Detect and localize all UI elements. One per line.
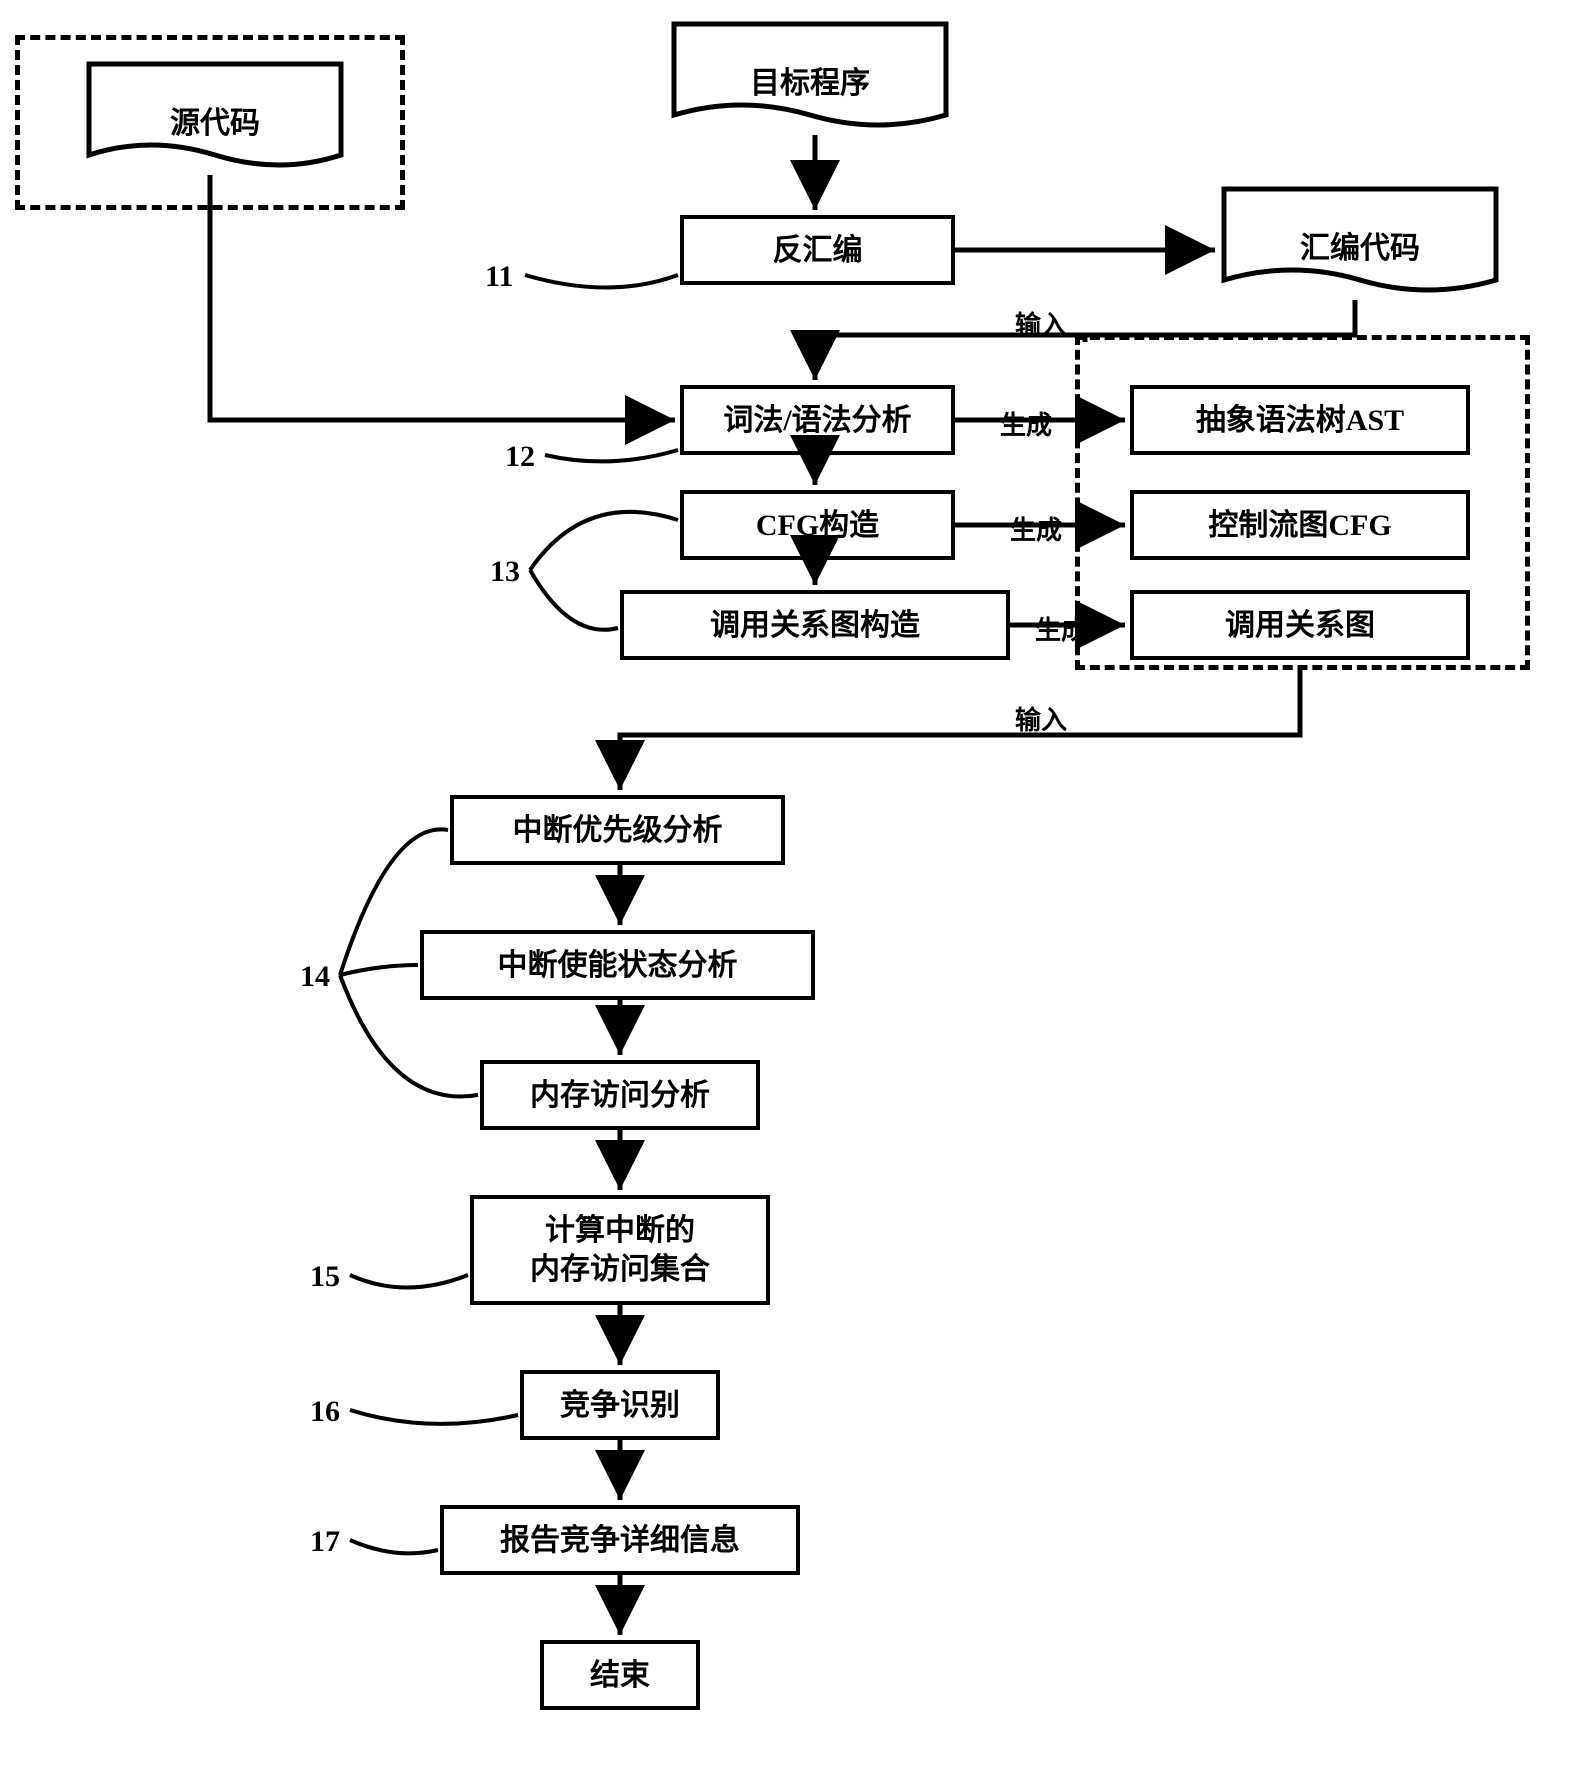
step-12: 12 — [505, 440, 535, 474]
box-interrupt-priority: 中断优先级分析 — [450, 795, 785, 865]
box-compute-set: 计算中断的 内存访问集合 — [470, 1195, 770, 1305]
box-cfg-construct: CFG构造 — [680, 490, 955, 560]
step-16: 16 — [310, 1395, 340, 1429]
cfg-label: 控制流图CFG — [1208, 506, 1391, 545]
cfg-construct-label: CFG构造 — [756, 506, 879, 545]
memory-access-label: 内存访问分析 — [530, 1076, 710, 1115]
report-label: 报告竞争详细信息 — [500, 1521, 740, 1560]
target-program-label: 目标程序 — [750, 58, 870, 102]
box-report: 报告竞争详细信息 — [440, 1505, 800, 1575]
box-ast: 抽象语法树AST — [1130, 385, 1470, 455]
step-14: 14 — [300, 960, 330, 994]
step-11: 11 — [485, 260, 513, 294]
interrupt-priority-label: 中断优先级分析 — [513, 811, 723, 850]
disassembly-label: 反汇编 — [773, 231, 863, 270]
edge-generate-3: 生成 — [1035, 610, 1087, 647]
box-disassembly: 反汇编 — [680, 215, 955, 285]
doc-assembly-code: 汇编代码 — [1220, 185, 1500, 305]
box-race-detect: 竞争识别 — [520, 1370, 720, 1440]
assembly-code-label: 汇编代码 — [1300, 223, 1420, 267]
box-callgraph: 调用关系图 — [1130, 590, 1470, 660]
step-17: 17 — [310, 1525, 340, 1559]
callgraph-construct-label: 调用关系图构造 — [710, 606, 920, 645]
step-15: 15 — [310, 1260, 340, 1294]
dashed-source-code-group — [15, 35, 405, 210]
end-label: 结束 — [590, 1656, 650, 1695]
edge-generate-1: 生成 — [1000, 405, 1052, 442]
lexical-label: 词法/语法分析 — [723, 401, 911, 440]
edge-input-1: 输入 — [1015, 305, 1067, 342]
edge-input-2: 输入 — [1015, 700, 1067, 737]
box-cfg: 控制流图CFG — [1130, 490, 1470, 560]
step-13: 13 — [490, 555, 520, 589]
interrupt-enable-label: 中断使能状态分析 — [498, 946, 738, 985]
box-memory-access: 内存访问分析 — [480, 1060, 760, 1130]
compute-set-label: 计算中断的 内存访问集合 — [530, 1211, 710, 1289]
edge-generate-2: 生成 — [1010, 510, 1062, 547]
ast-label: 抽象语法树AST — [1196, 401, 1404, 440]
box-end: 结束 — [540, 1640, 700, 1710]
box-callgraph-construct: 调用关系图构造 — [620, 590, 1010, 660]
doc-target-program: 目标程序 — [670, 20, 950, 140]
box-interrupt-enable: 中断使能状态分析 — [420, 930, 815, 1000]
box-lexical: 词法/语法分析 — [680, 385, 955, 455]
race-detect-label: 竞争识别 — [560, 1386, 680, 1425]
callgraph-label: 调用关系图 — [1225, 606, 1375, 645]
